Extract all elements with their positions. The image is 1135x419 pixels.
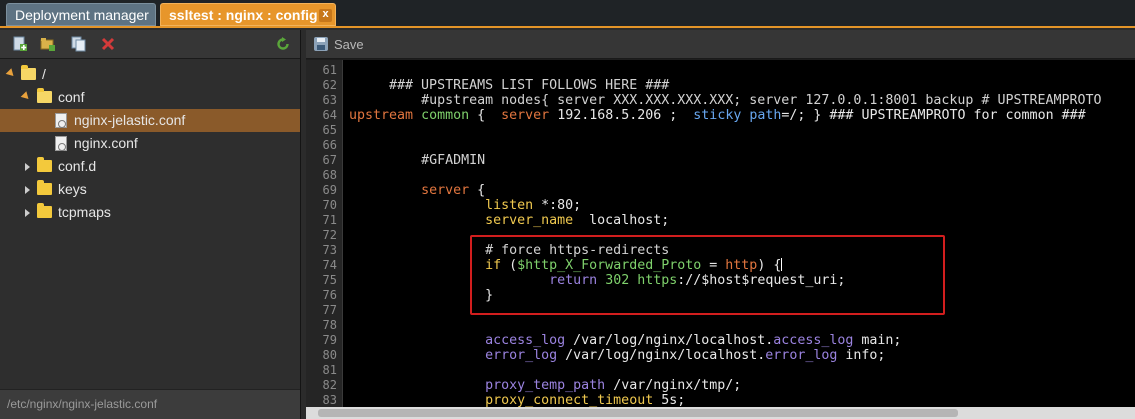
- line-number: 62: [322, 78, 337, 92]
- line-number: 72: [322, 228, 337, 242]
- file-browser-toolbar: [0, 30, 300, 59]
- folder-open-icon: [37, 88, 52, 103]
- line-number: 82: [322, 378, 337, 392]
- file-path-status: /etc/nginx/nginx-jelastic.conf: [0, 389, 300, 419]
- tree-item-label: keys: [58, 181, 87, 197]
- line-number: 76: [322, 288, 337, 302]
- tree-item-label: tcpmaps: [58, 204, 111, 220]
- tree-item-nginx-conf[interactable]: nginx.conf: [0, 132, 300, 155]
- tree-item-conf[interactable]: conf: [0, 86, 300, 109]
- line-number: 83: [322, 393, 337, 407]
- code-editor[interactable]: 61 62 63 64 65 66 67 68 69 70 71 72 73 74 75 76 77 78 79 80…: [306, 60, 1135, 419]
- copy-icon[interactable]: [70, 36, 86, 52]
- line-number: 73: [322, 243, 337, 257]
- expand-arrow-icon[interactable]: [5, 68, 17, 79]
- tree-item-label: /: [42, 66, 46, 82]
- line-number: 71: [322, 213, 337, 227]
- tree-item-root[interactable]: /: [0, 63, 300, 86]
- tab-config-editor[interactable]: ssltest : nginx : config x: [160, 3, 336, 26]
- tab-deployment-manager[interactable]: Deployment manager: [6, 3, 156, 26]
- horizontal-scrollbar[interactable]: [306, 407, 1135, 419]
- close-tab-icon[interactable]: x: [319, 9, 332, 22]
- file-config-icon: [55, 136, 67, 151]
- highlight-box: [470, 235, 945, 315]
- tree-item-label: conf: [58, 89, 85, 105]
- code-line[interactable]: #GFADMIN: [349, 153, 485, 168]
- line-number: 75: [322, 273, 337, 287]
- delete-icon[interactable]: [100, 36, 116, 52]
- line-number: 63: [322, 93, 337, 107]
- refresh-icon[interactable]: [275, 36, 291, 52]
- collapse-arrow-icon[interactable]: [25, 209, 30, 217]
- folder-icon: [37, 180, 52, 195]
- floppy-disk-icon: [314, 37, 328, 51]
- line-number: 66: [322, 138, 337, 152]
- line-number: 79: [322, 333, 337, 347]
- code-line[interactable]: ### UPSTREAMS LIST FOLLOWS HERE ###: [349, 78, 669, 93]
- code-line[interactable]: server {: [349, 183, 485, 198]
- code-line[interactable]: error_log /var/log/nginx/localhost.error…: [349, 348, 885, 363]
- code-line[interactable]: server_name localhost;: [349, 213, 669, 228]
- line-number: 70: [322, 198, 337, 212]
- code-line[interactable]: upstream common { server 192.168.5.206 ;…: [349, 108, 1086, 123]
- line-number: 74: [322, 258, 337, 272]
- code-line[interactable]: proxy_connect_timeout 5s;: [349, 393, 685, 408]
- line-number: 69: [322, 183, 337, 197]
- code-line[interactable]: #upstream nodes{ server XXX.XXX.XXX.XXX;…: [349, 93, 1101, 108]
- tree-item-label: nginx-jelastic.conf: [74, 112, 186, 128]
- folder-open-icon: [21, 65, 36, 80]
- code-line[interactable]: listen *:80;: [349, 198, 581, 213]
- save-button[interactable]: Save: [314, 36, 364, 54]
- file-tree: / conf nginx-jelastic.conf nginx.conf co…: [0, 59, 300, 384]
- tab-strip: Deployment manager ssltest : nginx : con…: [0, 0, 1135, 28]
- line-number: 61: [322, 63, 337, 77]
- folder-icon: [37, 203, 52, 218]
- code-line[interactable]: proxy_temp_path /var/nginx/tmp/;: [349, 378, 741, 393]
- editor-panel: Save 61 62 63 64 65 66 67 68 69 70 71 72 73 74 75 76 77 7…: [306, 30, 1135, 419]
- collapse-arrow-icon[interactable]: [25, 163, 30, 171]
- tree-item-keys[interactable]: keys: [0, 178, 300, 201]
- expand-arrow-icon[interactable]: [20, 91, 32, 102]
- line-number: 78: [322, 318, 337, 332]
- line-number: 80: [322, 348, 337, 362]
- new-file-icon[interactable]: [12, 36, 28, 52]
- line-number: 81: [322, 363, 337, 377]
- line-number: 67: [322, 153, 337, 167]
- save-button-label: Save: [334, 37, 364, 52]
- tree-item-conf-d[interactable]: conf.d: [0, 155, 300, 178]
- folder-icon: [37, 157, 52, 172]
- scrollbar-thumb[interactable]: [318, 409, 958, 417]
- editor-toolbar: Save: [306, 30, 1135, 59]
- line-number: 77: [322, 303, 337, 317]
- file-config-icon: [55, 113, 67, 128]
- code-line[interactable]: access_log /var/log/nginx/localhost.acce…: [349, 333, 901, 348]
- file-browser-panel: / conf nginx-jelastic.conf nginx.conf co…: [0, 30, 301, 419]
- new-folder-icon[interactable]: [40, 36, 56, 52]
- line-number: 65: [322, 123, 337, 137]
- tab-config-editor-label: ssltest : nginx : config: [169, 7, 318, 23]
- line-number-gutter: 61 62 63 64 65 66 67 68 69 70 71 72 73 74 75 76 77 78 79 80…: [306, 60, 343, 419]
- line-number: 68: [322, 168, 337, 182]
- tree-item-nginx-jelastic-conf[interactable]: nginx-jelastic.conf: [0, 109, 300, 132]
- line-number: 64: [322, 108, 337, 122]
- tree-item-label: conf.d: [58, 158, 97, 174]
- collapse-arrow-icon[interactable]: [25, 186, 30, 194]
- tree-item-label: nginx.conf: [74, 135, 138, 151]
- tree-item-tcpmaps[interactable]: tcpmaps: [0, 201, 300, 224]
